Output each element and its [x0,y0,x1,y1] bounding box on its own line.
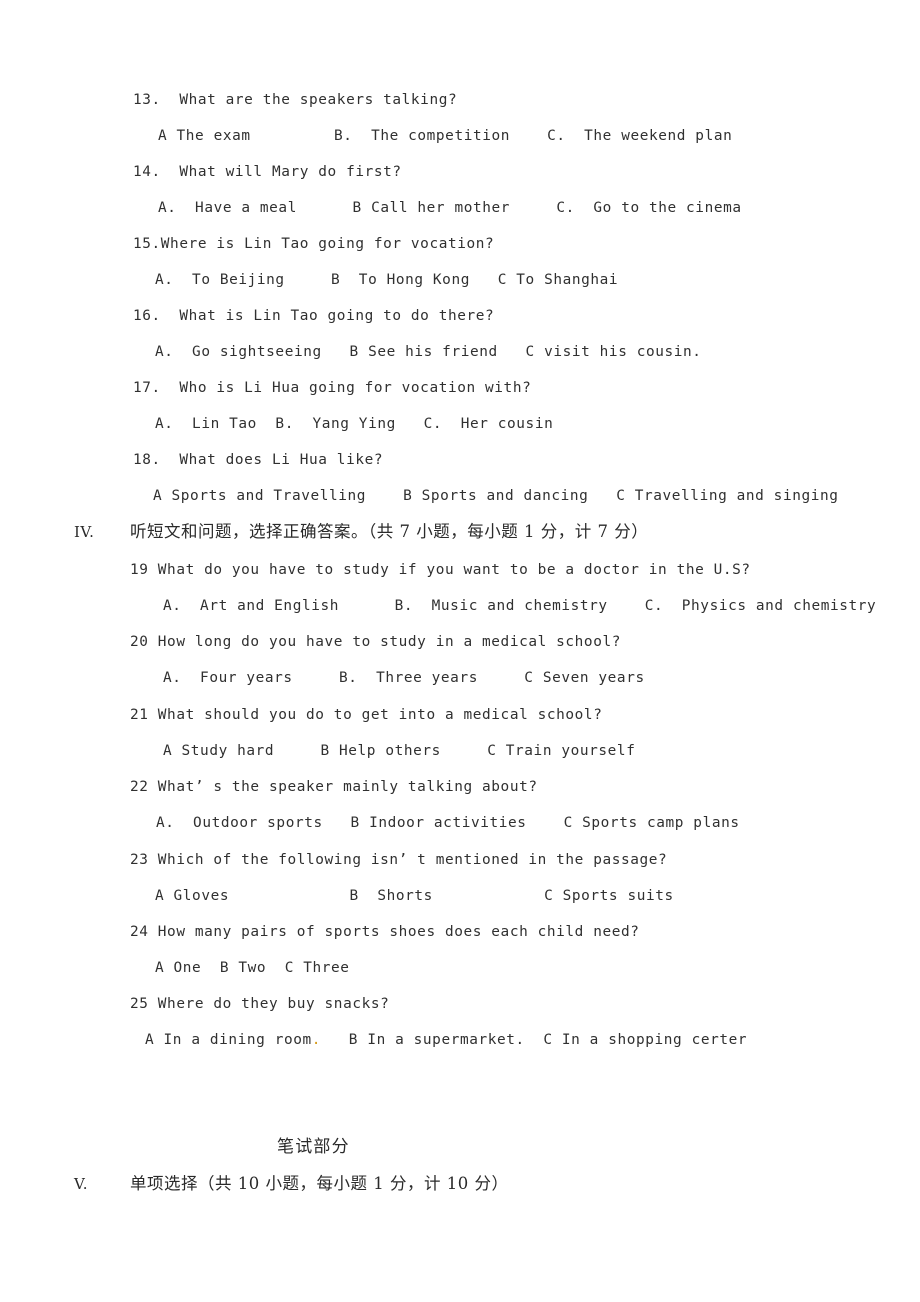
question-options-13: A The exam B. The competition C. The wee… [158,128,733,144]
question-options-16: A. Go sightseeing B See his friend C vis… [155,344,702,360]
question-options-25: A In a dining room. B In a supermarket. … [145,1033,747,1047]
question-options-21: A Study hard B Help others C Train yours… [163,743,636,759]
question-options-20: A. Four years B. Three years C Seven yea… [163,670,645,686]
question-stem-17: 17. Who is Li Hua going for vocation wit… [133,380,532,396]
question-stem-24: 24 How many pairs of sports shoes does e… [130,924,640,940]
question-stem-13: 13. What are the speakers talking? [133,92,458,108]
question-options-24: A One B Two C Three [155,960,350,976]
question-stem-23: 23 Which of the following isn’ t mention… [130,852,668,868]
question-options-18: A Sports and Travelling B Sports and dan… [153,488,839,504]
section-iv-roman: IV. [74,523,95,541]
question-options-23: A Gloves B Shorts C Sports suits [155,888,674,904]
question-options-14: A. Have a meal B Call her mother C. Go t… [158,200,742,216]
option-25-a: A In a dining room [145,1032,312,1048]
question-stem-14: 14. What will Mary do first? [133,164,402,180]
question-options-22: A. Outdoor sports B Indoor activities C … [156,815,740,831]
section-iv-instruction: 听短文和问题，选择正确答案。（共 7 小题，每小题 1 分，计 7 分） [130,522,649,541]
orange-period-mark: . [311,1032,322,1048]
option-25-bc: B In a supermarket. C In a shopping cert… [321,1032,748,1048]
section-v-instruction: 单项选择（共 10 小题，每小题 1 分，计 10 分） [130,1174,509,1193]
section-v-roman: V. [74,1175,88,1193]
question-options-15: A. To Beijing B To Hong Kong C To Shangh… [155,272,619,288]
question-stem-16: 16. What is Lin Tao going to do there? [133,308,495,324]
question-stem-15: 15.Where is Lin Tao going for vocation? [133,236,495,252]
question-options-17: A. Lin Tao B. Yang Ying C. Her cousin [155,416,554,432]
question-stem-18: 18. What does Li Hua like? [133,452,384,468]
question-stem-19: 19 What do you have to study if you want… [130,562,751,578]
question-stem-22: 22 What’ s the speaker mainly talking ab… [130,779,538,795]
question-stem-21: 21 What should you do to get into a medi… [130,707,603,723]
written-part-heading: 笔试部分 [277,1137,350,1157]
question-stem-20: 20 How long do you have to study in a me… [130,634,621,650]
question-stem-25: 25 Where do they buy snacks? [130,996,390,1012]
exam-page: 13. What are the speakers talking? A The… [0,0,920,1302]
question-options-19: A. Art and English B. Music and chemistr… [163,598,877,614]
